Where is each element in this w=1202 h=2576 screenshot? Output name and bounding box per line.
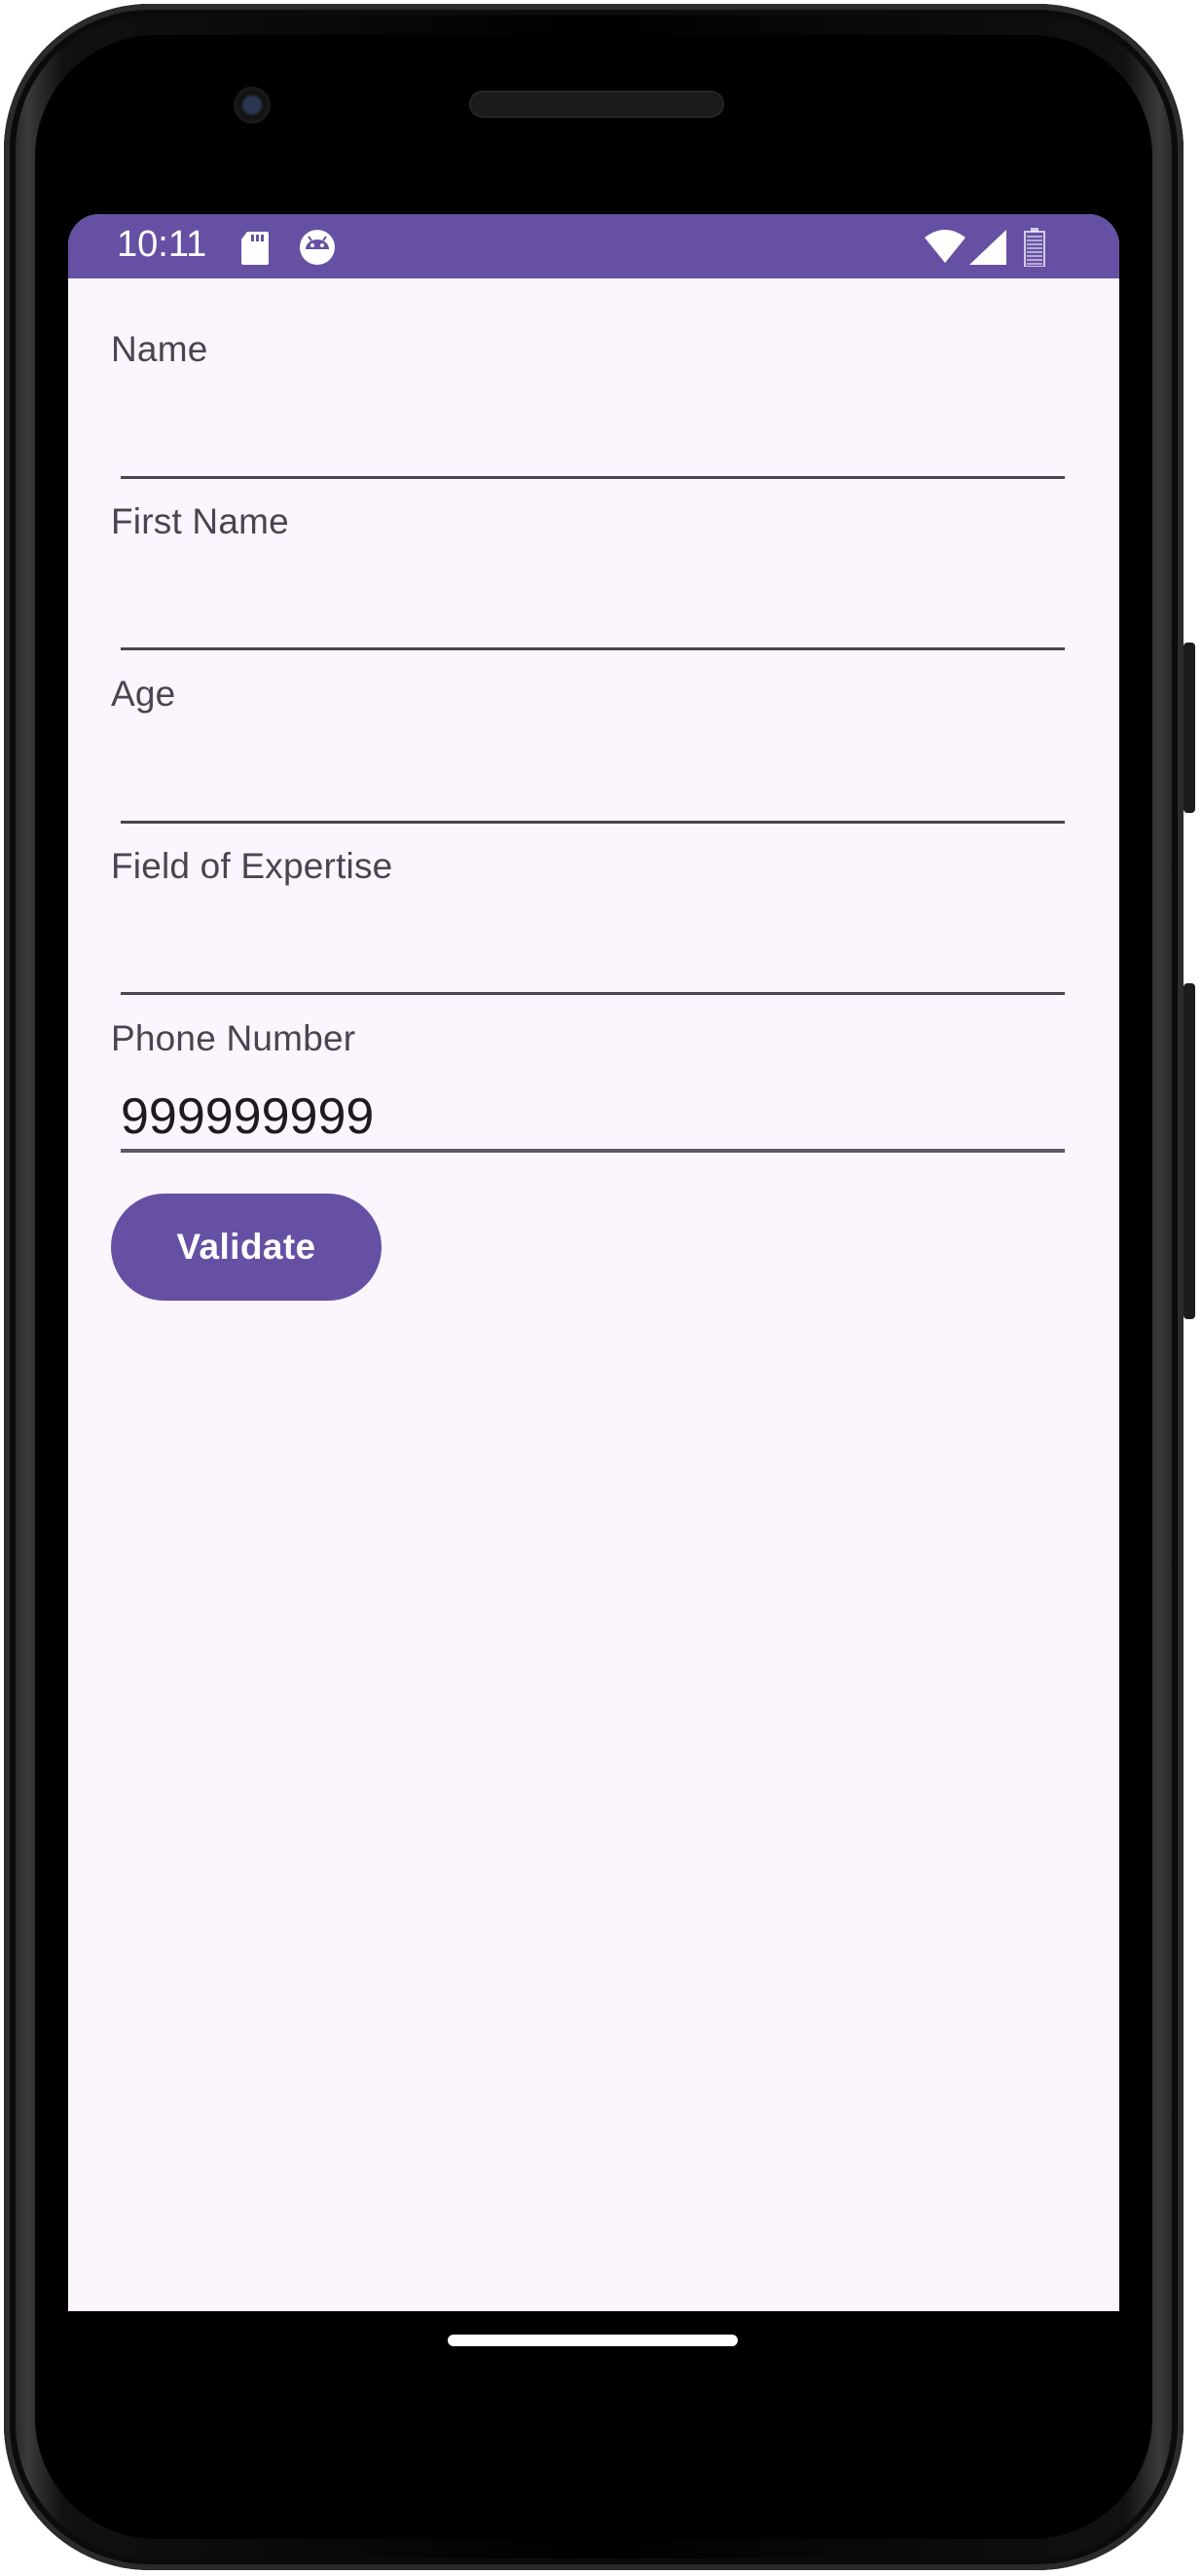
first-name-label: First Name	[111, 501, 289, 541]
name-field: Name	[111, 329, 1065, 479]
front-camera	[234, 87, 271, 124]
field-of-expertise-field: Field of Expertise	[111, 846, 1065, 995]
earpiece-speaker	[469, 91, 724, 118]
status-bar: 10:11	[68, 214, 1119, 278]
age-label: Age	[111, 674, 176, 714]
first-name-input[interactable]	[121, 583, 1065, 650]
field-of-expertise-label: Field of Expertise	[111, 846, 393, 886]
power-button	[1184, 983, 1195, 1319]
cell-signal-icon	[969, 230, 1006, 265]
phone-number-field: Phone Number	[111, 1018, 1065, 1153]
battery-icon	[1024, 228, 1045, 267]
phone-number-label: Phone Number	[111, 1018, 356, 1058]
phone-number-input[interactable]	[121, 1085, 1065, 1153]
validate-button[interactable]: Validate	[111, 1194, 382, 1301]
robot-notification-icon	[300, 230, 335, 265]
name-input[interactable]	[121, 412, 1065, 479]
age-input[interactable]	[121, 756, 1065, 824]
volume-button	[1184, 643, 1195, 813]
status-time: 10:11	[117, 224, 207, 265]
home-indicator[interactable]	[448, 2335, 738, 2346]
sd-card-icon	[241, 232, 269, 265]
age-field: Age	[111, 674, 1065, 824]
field-of-expertise-input[interactable]	[121, 928, 1065, 995]
first-name-field: First Name	[111, 501, 1065, 650]
name-label: Name	[111, 329, 208, 369]
wifi-icon	[925, 230, 965, 263]
app-screen: 10:11 Name First Name Age Field of Exper…	[68, 214, 1119, 2311]
